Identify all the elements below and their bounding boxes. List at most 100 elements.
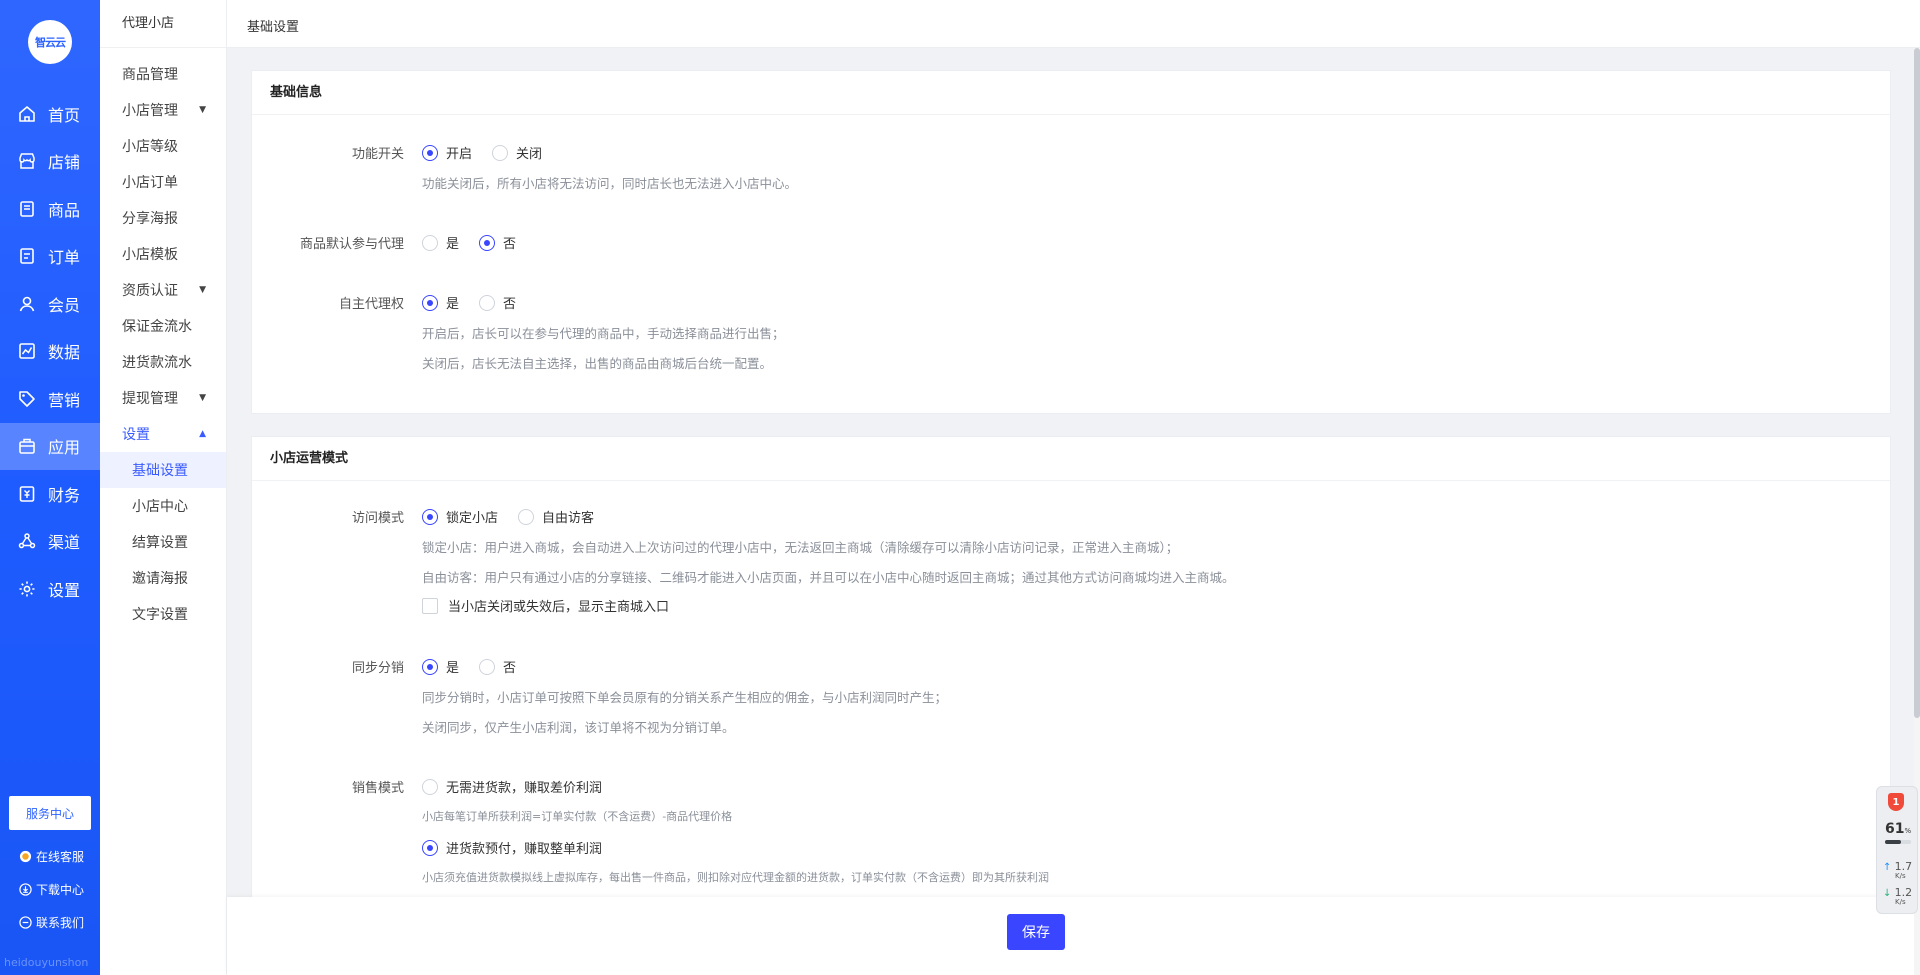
- radio-dot: [422, 508, 438, 525]
- self-agent-no-radio[interactable]: 否: [479, 293, 516, 312]
- gear-icon: [18, 580, 36, 598]
- nav-item-0[interactable]: 首页: [0, 90, 100, 138]
- nav-item-1[interactable]: 店铺: [0, 138, 100, 186]
- radio-label: 开启: [446, 147, 473, 162]
- default-agent-no-radio[interactable]: 否: [479, 233, 516, 252]
- radio-dot: [422, 839, 438, 856]
- nav-item-label: 商品: [48, 200, 81, 220]
- basic-info-title: 基础信息: [252, 71, 1890, 115]
- top-bar: 基础设置: [227, 0, 1920, 48]
- basic-info-card: 基础信息 功能开关 开启 关闭 功能关闭后，所有小店将无法访问，同时店长也无法进…: [251, 70, 1891, 414]
- sync-yes-radio[interactable]: 是: [422, 657, 459, 676]
- subnav-item-5[interactable]: 小店模板: [100, 236, 226, 272]
- sales-mode-label: 销售模式: [351, 781, 404, 796]
- breadcrumb: 基础设置: [247, 20, 300, 35]
- radio-dot: [492, 144, 509, 161]
- network-monitor-widget[interactable]: 1 61% ↑ 1.7 K/s ↓ 1.2 K/s: [1876, 786, 1918, 914]
- nav-item-4[interactable]: 会员: [0, 280, 100, 328]
- radio-label: 否: [503, 297, 517, 312]
- radio-dot: [422, 778, 438, 795]
- nav-item-10[interactable]: 设置: [0, 565, 100, 613]
- subnav-item-label: 小店模板: [122, 247, 178, 263]
- upload-arrow-icon: ↑: [1883, 862, 1892, 873]
- radio-label: 进货款预付，赚取整单利润: [446, 842, 603, 857]
- radio-dot: [479, 658, 496, 675]
- nav-item-label: 数据: [48, 343, 81, 363]
- radio-label: 无需进货款，赚取差价利润: [446, 781, 603, 796]
- feature-switch-off-radio[interactable]: 关闭: [492, 143, 542, 162]
- radio-label: 锁定小店: [446, 511, 499, 526]
- checkbox-box: [422, 597, 438, 614]
- app-icon: [18, 437, 36, 455]
- subnav-subitem-4[interactable]: 文字设置: [100, 596, 226, 632]
- radio-label: 关闭: [516, 147, 543, 162]
- download-center-link[interactable]: 下载中心: [18, 881, 84, 898]
- sync-distribution-label: 同步分销: [351, 661, 404, 676]
- subnav-item-9[interactable]: 提现管理 ▼: [100, 380, 226, 416]
- nav-item-label: 店铺: [48, 153, 81, 173]
- subnav-item-10[interactable]: 设置 ▲: [100, 416, 226, 452]
- sync-off-hint: 关闭同步，仅产生小店利润，该订单将不视为分销订单。: [422, 720, 735, 735]
- free-visitor-radio[interactable]: 自由访客: [518, 507, 594, 526]
- price-difference-hint: 小店每笔订单所获利润=订单实付款（不含运费）-商品代理价格: [422, 810, 733, 823]
- subnav-item-7[interactable]: 保证金流水: [100, 308, 226, 344]
- radio-label: 是: [446, 297, 460, 312]
- download-arrow-icon: ↓: [1883, 888, 1892, 899]
- security-shield-icon: 1: [1888, 793, 1904, 811]
- operation-mode-title: 小店运营模式: [252, 437, 1890, 481]
- subnav-item-2[interactable]: 小店等级: [100, 128, 226, 164]
- secondary-nav: 商品管理 小店管理 ▼ 小店等级 小店订单 分享海报 小店模板 资质认证 ▼ 保证金流水 进货款流水…: [100, 48, 226, 632]
- online-service-link[interactable]: 在线客服: [18, 848, 84, 865]
- subnav-item-8[interactable]: 进货款流水: [100, 344, 226, 380]
- nav-item-3[interactable]: 订单: [0, 233, 100, 281]
- nav-item-8[interactable]: 财务: [0, 470, 100, 518]
- scrollbar-thumb[interactable]: [1914, 48, 1920, 718]
- subnav-item-label: 小店管理: [122, 103, 178, 119]
- subnav-subitem-2[interactable]: 结算设置: [100, 524, 226, 560]
- caret-down-icon: ▼: [199, 285, 206, 295]
- radio-label: 是: [446, 237, 460, 252]
- caret-down-icon: ▼: [199, 393, 206, 403]
- subnav-item-0[interactable]: 商品管理: [100, 56, 226, 92]
- service-center-button[interactable]: 服务中心: [9, 796, 91, 830]
- brand-logo[interactable]: 智云云: [28, 20, 72, 64]
- feature-switch-hint: 功能关闭后，所有小店将无法访问，同时店长也无法进入小店中心。: [422, 176, 798, 191]
- prepaid-stock-radio[interactable]: 进货款预付，赚取整单利润: [422, 838, 602, 857]
- price-difference-radio[interactable]: 无需进货款，赚取差价利润: [422, 777, 602, 796]
- locked-store-radio[interactable]: 锁定小店: [422, 507, 498, 526]
- upload-speed: ↑ 1.7 K/s: [1883, 861, 1912, 880]
- subnav-item-3[interactable]: 小店订单: [100, 164, 226, 200]
- radio-dot: [422, 144, 438, 161]
- sync-no-radio[interactable]: 否: [479, 657, 516, 676]
- subnav-item-1[interactable]: 小店管理 ▼: [100, 92, 226, 128]
- default-agent-yes-radio[interactable]: 是: [422, 233, 459, 252]
- chart-icon: [18, 342, 36, 360]
- nav-item-5[interactable]: 数据: [0, 328, 100, 376]
- default-agent-radios: 是 否: [422, 233, 536, 252]
- nav-item-2[interactable]: 商品: [0, 185, 100, 233]
- locked-store-hint: 锁定小店：用户进入商城，会自动进入上次访问过的代理小店中，无法返回主商城（清除缓…: [422, 540, 1179, 555]
- primary-sidebar: 智云云 首页店铺商品订单 会员数据营销应用 财务 渠道 设置 服务中心 在线客服 下载中…: [0, 0, 100, 975]
- self-agent-yes-radio[interactable]: 是: [422, 293, 459, 312]
- member-icon: [18, 295, 36, 313]
- nav-item-6[interactable]: 营销: [0, 375, 100, 423]
- caret-up-icon: ▲: [199, 429, 206, 439]
- radio-label: 否: [503, 237, 517, 252]
- subnav-subitem-0[interactable]: 基础设置: [100, 452, 226, 488]
- subnav-item-6[interactable]: 资质认证 ▼: [100, 272, 226, 308]
- radio-dot: [479, 234, 496, 251]
- download-speed: ↓ 1.2 K/s: [1883, 887, 1912, 906]
- save-bar: 保存: [227, 897, 1920, 975]
- subnav-item-4[interactable]: 分享海报: [100, 200, 226, 236]
- feature-switch-on-radio[interactable]: 开启: [422, 143, 472, 162]
- save-button[interactable]: 保存: [1007, 914, 1065, 950]
- subnav-subitem-3[interactable]: 邀请海报: [100, 560, 226, 596]
- radio-dot: [518, 508, 535, 525]
- radio-label: 否: [503, 661, 517, 676]
- subnav-subitem-1[interactable]: 小店中心: [100, 488, 226, 524]
- nav-item-7[interactable]: 应用: [0, 422, 100, 470]
- nav-item-label: 营销: [48, 390, 81, 410]
- contact-us-link[interactable]: 联系我们: [18, 914, 84, 931]
- show-main-entry-checkbox[interactable]: 当小店关闭或失效后，显示主商城入口: [422, 596, 669, 615]
- nav-item-9[interactable]: 渠道: [0, 518, 100, 566]
